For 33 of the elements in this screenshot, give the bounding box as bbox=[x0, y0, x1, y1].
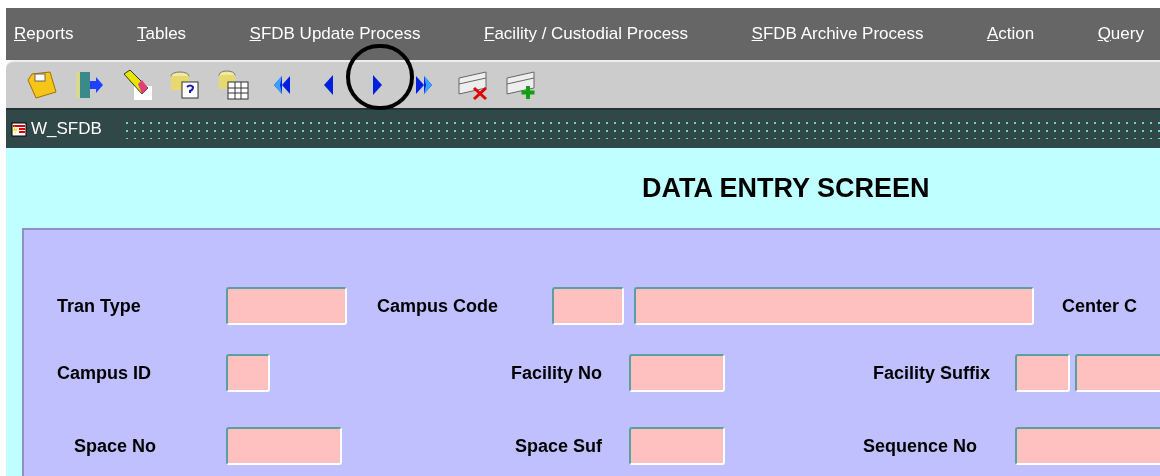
field-label: Campus ID bbox=[57, 361, 153, 385]
menu-item[interactable]: Query bbox=[1097, 21, 1144, 47]
input-field[interactable] bbox=[552, 287, 624, 325]
menu-item[interactable]: SFDB Archive Process bbox=[751, 21, 924, 47]
menu-item[interactable]: Tables bbox=[136, 21, 187, 47]
menu-item[interactable]: SFDB Update Process bbox=[249, 21, 421, 47]
field-label: Facility Suffix bbox=[871, 361, 991, 385]
database-query-icon[interactable] bbox=[168, 68, 202, 102]
input-field[interactable] bbox=[226, 427, 342, 465]
field-label: Campus Code bbox=[377, 294, 500, 318]
input-field[interactable] bbox=[629, 354, 725, 392]
insert-record-icon[interactable] bbox=[504, 68, 538, 102]
input-field[interactable] bbox=[1075, 354, 1160, 392]
delete-record-icon[interactable] bbox=[456, 68, 490, 102]
field-label: Space No bbox=[74, 434, 158, 458]
input-field[interactable] bbox=[1015, 354, 1070, 392]
field-label: Facility No bbox=[509, 361, 603, 385]
input-field[interactable] bbox=[226, 354, 270, 392]
database-table-icon[interactable] bbox=[216, 68, 250, 102]
menu-item[interactable]: Action bbox=[986, 21, 1035, 47]
menu-item[interactable]: Reports bbox=[14, 21, 74, 47]
field-label: Sequence No bbox=[861, 434, 978, 458]
input-field[interactable] bbox=[226, 287, 347, 325]
input-field[interactable] bbox=[1015, 427, 1160, 465]
field-label: Center C bbox=[1062, 294, 1137, 318]
field-label: Tran Type bbox=[57, 294, 142, 318]
window-title: W_SFDB bbox=[31, 118, 102, 141]
screen-heading: DATA ENTRY SCREEN bbox=[642, 171, 930, 205]
field-label: Space Suf bbox=[513, 434, 603, 458]
input-field[interactable] bbox=[634, 287, 1034, 325]
input-field[interactable] bbox=[629, 427, 725, 465]
menu-item[interactable]: Facility / Custodial Process bbox=[484, 21, 689, 47]
window-icon bbox=[10, 120, 28, 138]
